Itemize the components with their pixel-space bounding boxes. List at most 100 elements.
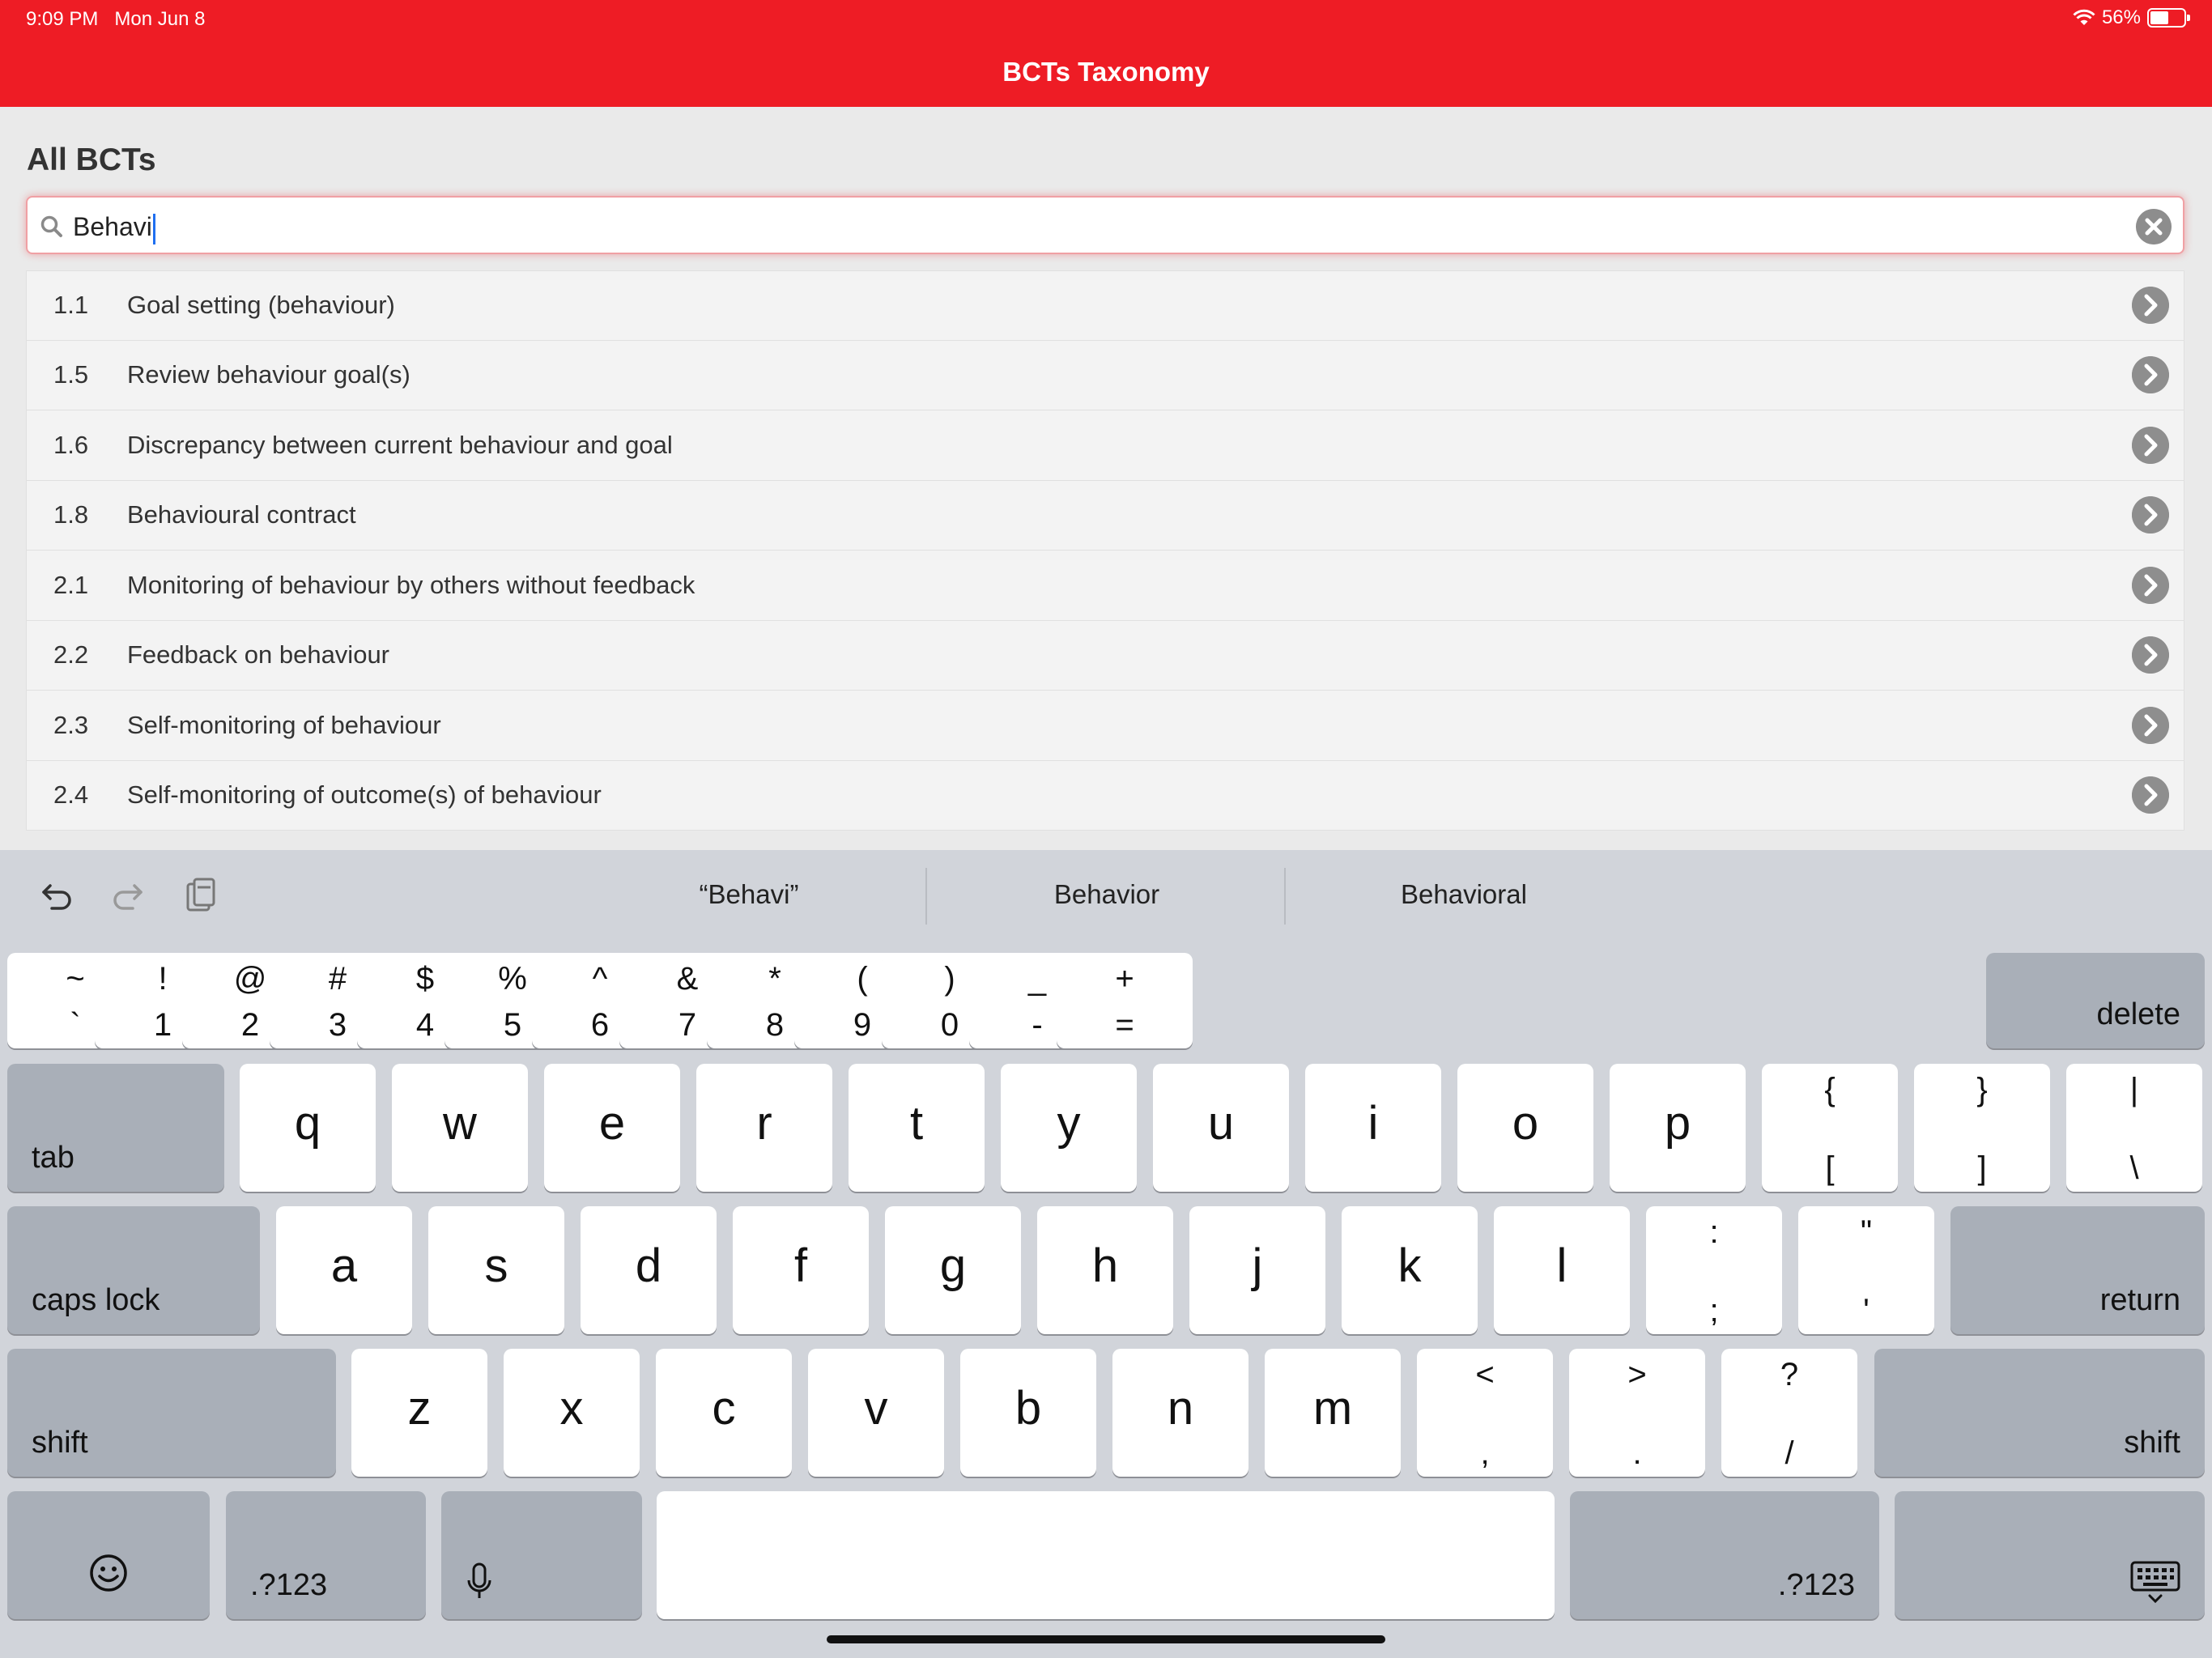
key-a[interactable]: a xyxy=(276,1206,412,1334)
emoji-icon xyxy=(90,1554,127,1592)
key-symbol[interactable]: " ' xyxy=(1798,1206,1934,1334)
key-shift-char: | xyxy=(2129,1072,2139,1107)
key-i[interactable]: i xyxy=(1305,1064,1441,1192)
key-j[interactable]: j xyxy=(1189,1206,1325,1334)
key-b[interactable]: b xyxy=(960,1349,1096,1477)
shift-left-key[interactable]: shift xyxy=(7,1349,336,1477)
redo-icon[interactable] xyxy=(108,876,147,915)
key-h[interactable]: h xyxy=(1037,1206,1173,1334)
app-title: BCTs Taxonomy xyxy=(1002,57,1210,87)
chevron-right-icon[interactable] xyxy=(2132,706,2169,744)
tab-label: tab xyxy=(32,1141,74,1175)
key-char: z xyxy=(407,1382,432,1435)
key-k[interactable]: k xyxy=(1342,1206,1478,1334)
key-base-char: = xyxy=(1115,1007,1134,1043)
key-char: w xyxy=(443,1097,477,1150)
list-item[interactable]: 1.5 Review behaviour goal(s) xyxy=(26,340,2184,410)
chevron-right-icon[interactable] xyxy=(2132,496,2169,534)
search-field[interactable]: Behavi xyxy=(26,196,2184,254)
key-symbol[interactable]: :; xyxy=(1646,1206,1782,1334)
key-shift-char: " xyxy=(1860,1214,1873,1250)
key-y[interactable]: y xyxy=(1001,1064,1137,1192)
keyboard-shortcut-bar: “Behavi” Behavior Behavioral xyxy=(0,850,2212,941)
key-n[interactable]: n xyxy=(1112,1349,1249,1477)
chevron-right-icon[interactable] xyxy=(2132,776,2169,814)
wifi-icon xyxy=(2073,9,2095,25)
key-char: q xyxy=(294,1097,321,1150)
search-icon xyxy=(40,215,62,237)
key-char: k xyxy=(1397,1239,1422,1293)
clear-search-icon[interactable] xyxy=(2136,209,2172,244)
undo-icon[interactable] xyxy=(37,876,76,915)
key-symbol[interactable]: >. xyxy=(1569,1349,1705,1477)
list-item[interactable]: 1.1 Goal setting (behaviour) xyxy=(26,270,2184,341)
key-o[interactable]: o xyxy=(1457,1064,1593,1192)
suggestion-literal[interactable]: “Behavi” xyxy=(571,879,927,910)
delete-key[interactable]: delete xyxy=(1986,953,2205,1048)
key-symbol[interactable]: {[ xyxy=(1762,1064,1898,1192)
chevron-right-icon[interactable] xyxy=(2132,287,2169,325)
key-q[interactable]: q xyxy=(240,1064,376,1192)
key-char: j xyxy=(1252,1239,1263,1293)
key-char: b xyxy=(1015,1382,1042,1435)
chevron-right-icon[interactable] xyxy=(2132,636,2169,674)
key-char: g xyxy=(939,1239,967,1293)
chevron-right-icon[interactable] xyxy=(2132,426,2169,464)
key-p[interactable]: p xyxy=(1610,1064,1746,1192)
tab-key[interactable]: tab xyxy=(7,1064,224,1192)
numbers-key-right[interactable]: .?123 xyxy=(1570,1491,1879,1619)
list-item[interactable]: 2.1 Monitoring of behaviour by others wit… xyxy=(26,551,2184,621)
list-item[interactable]: 2.4 Self-monitoring of outcome(s) of beha… xyxy=(26,760,2184,831)
caps-lock-key[interactable]: caps lock xyxy=(7,1206,260,1334)
numbers-key-left[interactable]: .?123 xyxy=(226,1491,426,1619)
key-r[interactable]: r xyxy=(696,1064,832,1192)
key-f[interactable]: f xyxy=(733,1206,869,1334)
key-v[interactable]: v xyxy=(808,1349,944,1477)
suggestion-behavior[interactable]: Behavior xyxy=(929,879,1285,910)
key-shift-char: } xyxy=(1976,1072,1988,1107)
key-e[interactable]: e xyxy=(544,1064,680,1192)
key-char: f xyxy=(793,1239,808,1293)
suggestion-behavioral[interactable]: Behavioral xyxy=(1286,879,1642,910)
suggestion-divider xyxy=(925,868,927,925)
key-m[interactable]: m xyxy=(1265,1349,1401,1477)
key-char: r xyxy=(756,1097,772,1150)
key-w[interactable]: w xyxy=(392,1064,528,1192)
item-number: 2.3 xyxy=(53,710,89,739)
shift-right-key[interactable]: shift xyxy=(1874,1349,2205,1477)
hide-keyboard-key[interactable] xyxy=(1895,1491,2205,1619)
key-t[interactable]: t xyxy=(849,1064,985,1192)
key-u[interactable]: u xyxy=(1153,1064,1289,1192)
key-x[interactable]: x xyxy=(504,1349,640,1477)
dictation-key[interactable] xyxy=(441,1491,642,1619)
key-symbol[interactable]: }] xyxy=(1914,1064,2050,1192)
list-item[interactable]: 1.6 Discrepancy between current behaviour… xyxy=(26,410,2184,481)
delete-label: delete xyxy=(2096,997,2180,1031)
status-time: 9:09 PM xyxy=(26,8,99,30)
list-item[interactable]: 2.2 Feedback on behaviour xyxy=(26,620,2184,691)
space-key[interactable] xyxy=(657,1491,1555,1619)
key-char: u xyxy=(1207,1097,1235,1150)
emoji-key[interactable] xyxy=(7,1491,210,1619)
key-g[interactable]: g xyxy=(885,1206,1021,1334)
search-input[interactable]: Behavi xyxy=(73,210,155,244)
key-symbol[interactable]: <, xyxy=(1417,1349,1553,1477)
text-cursor xyxy=(152,213,155,244)
key-l[interactable]: l xyxy=(1494,1206,1630,1334)
key-s[interactable]: s xyxy=(428,1206,564,1334)
key-symbol[interactable]: | \ xyxy=(2066,1064,2202,1192)
paste-icon[interactable] xyxy=(181,876,220,915)
key-=[interactable]: + = xyxy=(1057,953,1193,1048)
list-item[interactable]: 2.3 Self-monitoring of behaviour xyxy=(26,691,2184,761)
item-number: 1.6 xyxy=(53,430,89,459)
return-key[interactable]: return xyxy=(1950,1206,2205,1334)
key-z[interactable]: z xyxy=(351,1349,487,1477)
key-c[interactable]: c xyxy=(656,1349,792,1477)
key-char: t xyxy=(909,1097,924,1150)
chevron-right-icon[interactable] xyxy=(2132,566,2169,604)
key-char: x xyxy=(559,1382,584,1435)
key-d[interactable]: d xyxy=(581,1206,717,1334)
chevron-right-icon[interactable] xyxy=(2132,356,2169,394)
list-item[interactable]: 1.8 Behavioural contract xyxy=(26,480,2184,551)
key-symbol[interactable]: ? / xyxy=(1721,1349,1857,1477)
